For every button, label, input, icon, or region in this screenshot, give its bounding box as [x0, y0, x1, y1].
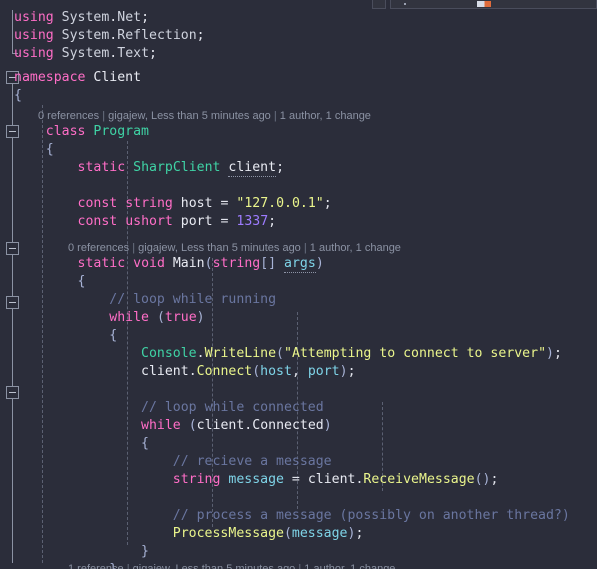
navigation-bar-left-dropdown[interactable] — [372, 0, 386, 9]
code-line-7: class Program — [45, 124, 149, 139]
code-line-16: // loop while running — [109, 292, 277, 307]
code-line-5: namespace Client — [14, 70, 142, 85]
code-line-15: { — [77, 274, 86, 289]
codelens-author-change[interactable]: gigajew, Less than 5 minutes ago — [133, 563, 296, 569]
fold-marker-main-method[interactable] — [6, 242, 19, 255]
codelens-separator: | — [298, 563, 302, 569]
codelens-separator: | — [126, 563, 130, 569]
code-line-18: { — [109, 328, 118, 343]
code-line-30: } — [141, 544, 149, 559]
code-line-8: { — [45, 142, 54, 157]
fold-marker-while-connected[interactable] — [6, 386, 19, 399]
codelens-history[interactable]: 1 author, 1 change — [304, 563, 395, 569]
codelens-author-change[interactable]: gigajew, Less than 5 minutes ago — [138, 242, 301, 254]
codelens-separator: | — [273, 110, 277, 122]
codelens-references[interactable]: 0 references — [38, 110, 99, 122]
code-editor-surface[interactable]: using System.Net; using System.Reflectio… — [0, 10, 597, 569]
codelens-history[interactable]: 1 author, 1 change — [310, 242, 401, 254]
code-line-17: while (true) — [109, 310, 205, 325]
navigation-bar-right-dropdown[interactable] — [390, 0, 597, 9]
codelens-process-message[interactable]: 1 reference | gigajew, Less than 5 minut… — [68, 562, 395, 569]
code-line-12: const ushort port = 1337; — [77, 214, 277, 229]
codelens-class-program[interactable]: 0 references | gigajew, Less than 5 minu… — [38, 109, 371, 124]
codelens-author-change[interactable]: gigajew, Less than 5 minutes ago — [108, 110, 271, 122]
code-line-26: string message = client.ReceiveMessage()… — [172, 472, 499, 487]
codelens-references[interactable]: 1 reference — [68, 563, 124, 569]
codelens-main-method[interactable]: 0 references | gigajew, Less than 5 minu… — [68, 241, 401, 256]
code-line-3: using System.Text; — [14, 46, 157, 61]
code-line-23: while (client.Connected) — [141, 418, 332, 433]
code-line-2: using System.Reflection; — [14, 28, 205, 43]
code-line-28: // process a message (possibly on anothe… — [172, 508, 570, 523]
code-line-9: static SharpClient client; — [77, 160, 285, 177]
code-line-25: // recieve a message — [172, 454, 332, 469]
codelens-history[interactable]: 1 author, 1 change — [280, 110, 371, 122]
codelens-separator: | — [132, 242, 136, 254]
navigation-bar-caret-icon — [404, 3, 406, 5]
code-line-14: static void Main(string[] args) — [77, 256, 324, 273]
codelens-separator: | — [102, 110, 106, 122]
code-line-24: { — [141, 436, 149, 451]
navigation-bar-member-icon — [477, 1, 491, 7]
code-line-11: const string host = "127.0.0.1"; — [77, 196, 332, 211]
code-line-1: using System.Net; — [14, 10, 150, 25]
code-line-19: Console.WriteLine("Attempting to connect… — [141, 346, 562, 361]
code-line-20: client.Connect(host, port); — [141, 364, 356, 379]
code-line-29: ProcessMessage(message); — [172, 526, 364, 541]
codelens-references[interactable]: 0 references — [68, 242, 129, 254]
code-line-6: { — [14, 88, 22, 103]
codelens-separator: | — [303, 242, 307, 254]
code-line-22: // loop while connected — [141, 400, 324, 415]
navigation-bar-strip — [0, 0, 597, 10]
